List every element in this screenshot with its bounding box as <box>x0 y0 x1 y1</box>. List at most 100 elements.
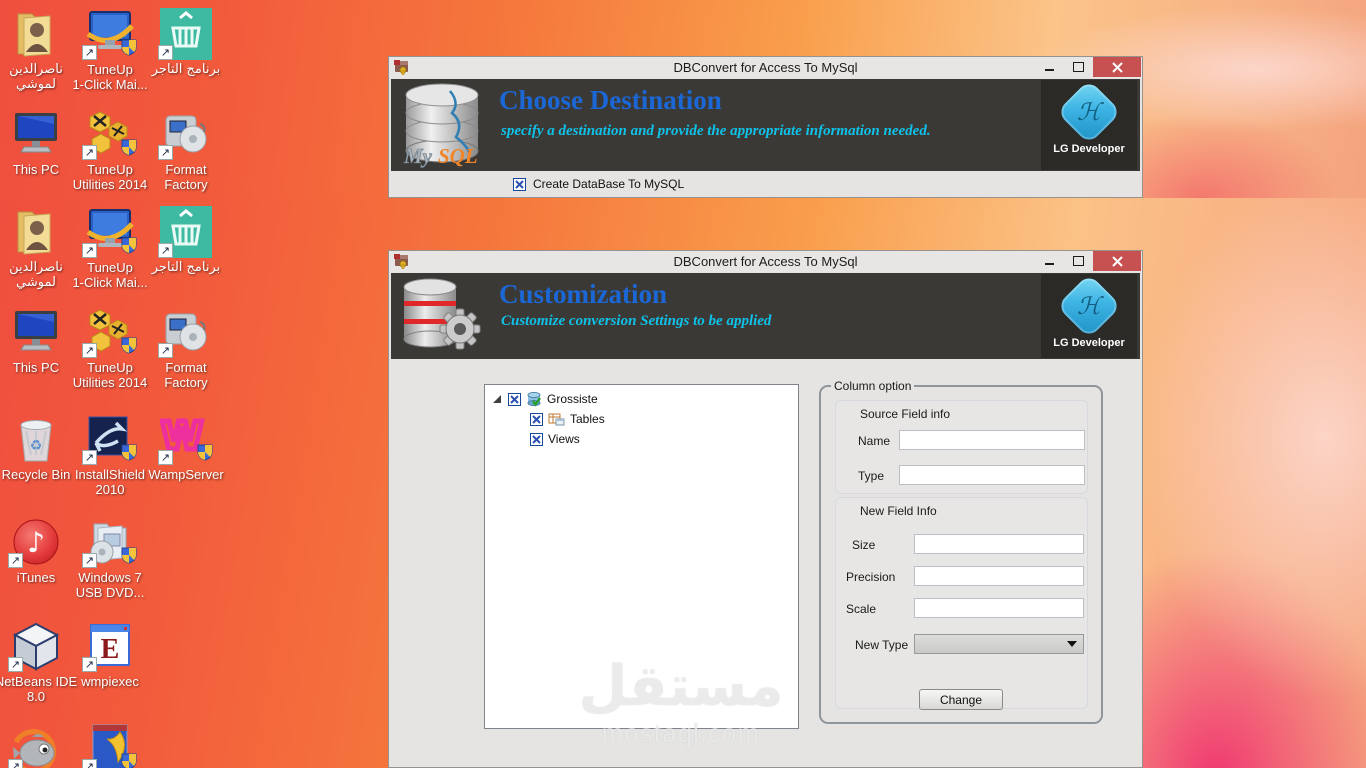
svg-text:↗: ↗ <box>161 147 170 159</box>
shortcut-arrow-icon: ↗ <box>8 553 23 568</box>
maximize-icon <box>1073 256 1084 266</box>
new-field-panel: New Field Info Size Precision Scale New … <box>835 497 1088 709</box>
close-icon <box>1111 61 1123 73</box>
developer-logo-icon: ℋ <box>1056 79 1122 145</box>
shortcut-arrow-icon: ↗ <box>158 243 173 258</box>
close-icon <box>1111 255 1123 267</box>
name-label: Name <box>858 434 891 448</box>
shortcut-arrow-icon: ↗ <box>158 145 173 160</box>
svg-text:↗: ↗ <box>85 47 94 59</box>
close-button[interactable] <box>1093 57 1141 77</box>
folderuser-icon <box>10 8 62 60</box>
name-input[interactable] <box>899 430 1085 450</box>
formatfactory-icon: ↗ <box>158 108 212 160</box>
thispc-icon <box>10 306 62 358</box>
tree-item-tables[interactable]: Tables <box>485 409 798 429</box>
precision-input[interactable] <box>914 566 1084 586</box>
views-checkbox[interactable] <box>530 432 543 446</box>
svg-text:↗: ↗ <box>161 47 170 59</box>
new-type-label: New Type <box>855 638 909 652</box>
mysql-database-icon: My SQL <box>403 83 479 168</box>
desktop-icon-format-factory[interactable]: ↗ Format Factory <box>141 108 231 192</box>
minimize-button[interactable] <box>1035 57 1064 77</box>
desktop-icon-windows7-usb-dvd[interactable]: ↗ Windows 7 USB DVD... <box>65 516 155 600</box>
uac-shield-icon <box>121 753 137 768</box>
tables-icon <box>548 413 565 425</box>
tree-item-label: Views <box>548 432 580 446</box>
itunes-icon: ♪↗↗ <box>8 516 62 568</box>
formatfactory-icon: ↗ <box>158 306 212 358</box>
developer-logo: ℋ LG Developer <box>1041 273 1137 358</box>
svg-text:↗: ↗ <box>85 147 94 159</box>
shortcut-arrow-icon: ↗ <box>158 45 173 60</box>
close-button[interactable] <box>1093 251 1141 271</box>
type-label: Type <box>858 469 885 483</box>
maximize-icon <box>1073 62 1084 72</box>
desktop-icon-boomerang-app[interactable]: ↗ <box>65 722 155 768</box>
type-input[interactable] <box>899 465 1085 485</box>
desktop-icon-format-factory[interactable]: ↗ Format Factory <box>141 306 231 390</box>
tuneup1-icon: ↗ <box>82 206 137 258</box>
checkbox-check-icon <box>510 394 519 404</box>
desktop-icon-label: Windows 7 USB DVD... <box>75 570 145 600</box>
desktop-icon-wampserver[interactable]: W ↗ WampServer <box>141 412 231 483</box>
titlebar[interactable]: DBConvert for Access To MySql <box>389 251 1142 272</box>
tables-checkbox[interactable] <box>530 412 543 426</box>
basket-icon: ↗ <box>158 8 212 60</box>
mysql-wordmark-sql: SQL <box>438 144 478 168</box>
shortcut-arrow-icon: ↗ <box>158 450 173 465</box>
minimize-button[interactable] <box>1035 251 1064 271</box>
dropdown-arrow-icon <box>1067 641 1077 647</box>
window-choose-destination: DBConvert for Access To MySql My SQL Cho… <box>388 56 1143 198</box>
step-subtitle: specify a destination and provide the ap… <box>501 123 931 139</box>
shortcut-arrow-icon: ↗ <box>82 343 97 358</box>
size-input[interactable] <box>914 534 1084 554</box>
developer-logo-icon: ℋ <box>1056 273 1122 339</box>
tuneup1-icon: ↗ <box>82 8 137 60</box>
svg-text:↗: ↗ <box>161 245 170 257</box>
uac-shield-icon <box>121 444 137 461</box>
maximize-button[interactable] <box>1064 251 1093 271</box>
uac-shield-icon <box>121 237 137 254</box>
expand-arrow-icon[interactable] <box>493 395 501 403</box>
database-check-icon <box>527 391 541 407</box>
folderuser-icon <box>10 206 62 258</box>
uac-shield-icon <box>121 39 137 56</box>
database-gear-icon <box>403 278 481 350</box>
create-database-checkbox[interactable] <box>513 177 526 191</box>
scale-label: Scale <box>846 602 877 616</box>
minimize-icon <box>1045 69 1054 71</box>
desktop-icon-wmpiexec[interactable]: E↗↗ wmpiexec <box>65 620 155 689</box>
maximize-button[interactable] <box>1064 57 1093 77</box>
checkbox-check-icon <box>532 434 541 444</box>
minimize-icon <box>1045 263 1054 265</box>
desktop-icon-merchant-program[interactable]: ↗ برنامج التاجر <box>141 206 231 275</box>
size-label: Size <box>852 538 876 552</box>
scale-input[interactable] <box>914 598 1084 618</box>
svg-text:♻: ♻ <box>30 437 43 453</box>
tree-item-grossiste[interactable]: Grossiste <box>485 389 798 409</box>
shortcut-arrow-icon: ↗ <box>82 243 97 258</box>
source-field-title: Source Field info <box>860 407 951 421</box>
desktop-icon-label: برنامج التاجر <box>151 260 221 275</box>
source-field-panel: Source Field info Name Type <box>835 400 1088 494</box>
desktop-icon-label: برنامج التاجر <box>151 62 221 77</box>
shortcut-arrow-icon: ↗ <box>8 759 23 768</box>
desktop-icon-label: wmpiexec <box>81 674 139 689</box>
svg-text:↗: ↗ <box>85 452 94 464</box>
tuneup2014-icon: ↗ <box>82 108 137 160</box>
svg-text:↗: ↗ <box>85 345 94 357</box>
tree-item-views[interactable]: Views <box>485 429 798 449</box>
svg-text:↗: ↗ <box>85 761 94 768</box>
change-button[interactable]: Change <box>919 689 1003 710</box>
uac-shield-icon <box>121 337 137 354</box>
grossiste-checkbox[interactable] <box>508 392 521 406</box>
desktop-icon-merchant-program[interactable]: ↗ برنامج التاجر <box>141 8 231 77</box>
svg-text:↗: ↗ <box>11 659 20 671</box>
wmpiexec-icon: E↗↗ <box>82 620 136 672</box>
titlebar[interactable]: DBConvert for Access To MySql <box>389 57 1142 78</box>
new-type-dropdown[interactable] <box>914 634 1084 654</box>
shortcut-arrow-icon: ↗ <box>158 343 173 358</box>
shortcut-arrow-icon: ↗ <box>82 45 97 60</box>
object-tree-panel[interactable]: Grossiste Tables Views <box>484 384 799 729</box>
